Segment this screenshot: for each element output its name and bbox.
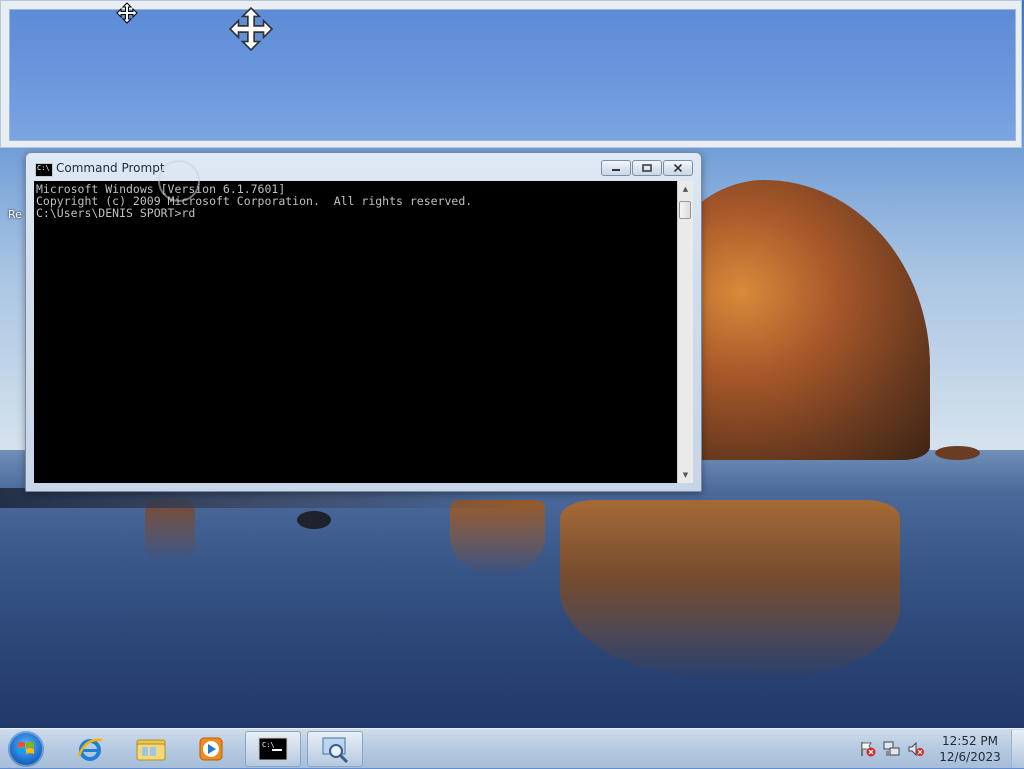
- taskbar-windows-explorer[interactable]: [123, 731, 179, 767]
- taskbar-magnifier[interactable]: [307, 731, 363, 767]
- notification-area: 12:52 PM 12/6/2023: [859, 729, 1024, 769]
- taskbar-media-player[interactable]: [183, 731, 239, 767]
- console-output[interactable]: Microsoft Windows [Version 6.1.7601] Copy…: [34, 181, 677, 483]
- media-player-icon: [199, 737, 223, 761]
- taskbar-internet-explorer[interactable]: [62, 731, 118, 767]
- windows-logo-icon: [18, 742, 34, 754]
- close-icon: [673, 164, 683, 172]
- start-button[interactable]: [8, 731, 44, 767]
- magnifier-lens-view: [9, 9, 1016, 141]
- maximize-button[interactable]: [632, 160, 662, 176]
- minimize-icon: [612, 169, 620, 171]
- network-icon[interactable]: [883, 740, 901, 758]
- vertical-scrollbar[interactable]: ▲ ▼: [677, 181, 693, 483]
- scroll-down-arrow-icon[interactable]: ▼: [678, 467, 693, 483]
- ie-icon: [77, 738, 103, 761]
- cmd-window-icon[interactable]: C:\: [35, 163, 53, 177]
- move-cursor-icon: [116, 2, 138, 24]
- volume-muted-icon[interactable]: [907, 740, 925, 758]
- svg-text:C:\: C:\: [262, 741, 275, 749]
- folder-icon: [136, 739, 166, 761]
- action-center-icon[interactable]: [859, 740, 877, 758]
- taskbar: C:\ 12:52 PM 12/6/2023: [0, 728, 1024, 768]
- system-clock[interactable]: 12:52 PM 12/6/2023: [935, 733, 1005, 765]
- console-prompt-line: C:\Users\DENIS SPORT>rd: [36, 206, 196, 220]
- window-controls: [601, 160, 693, 176]
- wallpaper-pebble: [935, 446, 980, 460]
- move-cursor-icon: [228, 6, 274, 52]
- wallpaper-pebble: [297, 511, 331, 529]
- maximize-icon: [642, 164, 652, 172]
- window-title: Command Prompt: [56, 161, 165, 175]
- scroll-thumb[interactable]: [679, 201, 691, 219]
- magnifier-lens-window[interactable]: [0, 0, 1022, 148]
- wallpaper-reflection: [560, 500, 900, 680]
- scroll-up-arrow-icon[interactable]: ▲: [678, 181, 693, 197]
- desktop-icon-label-partial[interactable]: Re: [8, 208, 22, 221]
- magnifier-cursor-ring: [158, 160, 200, 202]
- clock-time: 12:52 PM: [942, 734, 998, 748]
- show-desktop-button[interactable]: [1011, 730, 1024, 768]
- wallpaper-reflection-small: [450, 500, 545, 575]
- clock-date: 12/6/2023: [939, 750, 1001, 764]
- taskbar-command-prompt[interactable]: C:\: [245, 731, 301, 767]
- wallpaper-reflection-tiny: [145, 500, 195, 560]
- command-prompt-window[interactable]: C:\ Command Prompt Microsoft Windows [Ve…: [25, 152, 702, 492]
- magnifier-icon: [322, 737, 349, 764]
- close-button[interactable]: [663, 160, 693, 176]
- minimize-button[interactable]: [601, 160, 631, 176]
- cmd-icon: C:\: [258, 737, 288, 761]
